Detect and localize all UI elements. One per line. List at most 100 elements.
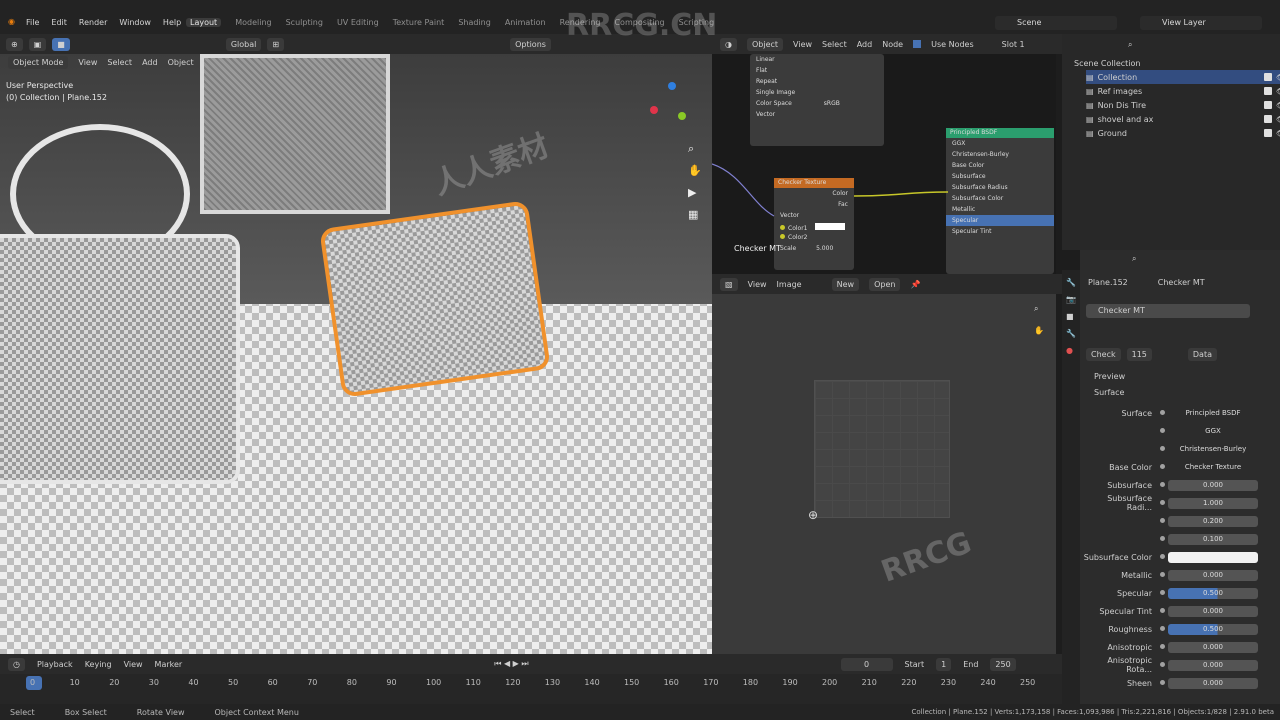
tab-rendering[interactable]: Rendering — [560, 18, 601, 27]
shader-type-object[interactable]: Object — [746, 37, 784, 51]
visibility-eye-icon[interactable]: 👁 — [1276, 101, 1280, 110]
color-space-row[interactable]: Color Space sRGB — [750, 98, 884, 109]
camera-icon[interactable]: ▶ — [688, 186, 696, 199]
bsdf-row[interactable]: Base Color — [946, 160, 1054, 171]
property-field[interactable]: Christensen-Burley — [1168, 444, 1258, 455]
ie-menu-view[interactable]: View — [748, 280, 767, 289]
navigation-gizmo[interactable] — [648, 82, 690, 124]
viewport-options[interactable]: Options — [510, 37, 551, 51]
tab-layout[interactable]: Layout — [186, 18, 222, 27]
menu-edit[interactable]: Edit — [51, 18, 67, 27]
vp-menu-select[interactable]: Select — [107, 58, 132, 67]
tab-sculpting[interactable]: Sculpting — [286, 18, 323, 27]
props-search-icon[interactable]: ⌕ — [1132, 254, 1136, 264]
timeline-editor-icon[interactable]: ◷ — [8, 657, 25, 671]
2d-cursor-icon[interactable]: ⊕ — [808, 508, 818, 522]
visibility-eye-icon[interactable]: 👁 — [1276, 87, 1280, 96]
editor-type-icon[interactable]: ⊕ — [6, 37, 23, 51]
image-texture-node[interactable]: Linear Flat Repeat Single Image Color Sp… — [750, 54, 884, 146]
view-layer-selector[interactable]: View Layer — [1140, 16, 1262, 30]
selected-seat[interactable] — [319, 200, 551, 398]
property-field[interactable] — [1168, 551, 1258, 563]
property-field[interactable]: 0.000 — [1168, 677, 1258, 689]
enable-checkbox[interactable] — [1263, 87, 1272, 95]
principled-bsdf-node[interactable]: Principled BSDF GGX Christensen-Burley B… — [946, 128, 1054, 274]
surface-panel-header[interactable]: Surface — [1094, 388, 1124, 397]
transform-orientation[interactable]: Global — [225, 37, 262, 51]
socket-icon[interactable] — [1160, 662, 1165, 667]
image-editor[interactable]: ⊕ ⌕ ✋ — [712, 294, 1056, 654]
tab-texture-paint[interactable]: Texture Paint — [393, 18, 445, 27]
socket-icon[interactable] — [1160, 590, 1165, 595]
socket-icon[interactable] — [1160, 536, 1165, 541]
start-frame-field[interactable]: 1 — [936, 657, 952, 671]
node-row[interactable]: Repeat — [750, 76, 884, 87]
socket-icon[interactable] — [780, 234, 785, 239]
property-field[interactable]: 0.000 — [1168, 641, 1258, 653]
bsdf-row[interactable]: Specular Tint — [946, 226, 1054, 237]
pin-icon[interactable]: 📌 — [910, 280, 920, 289]
enable-checkbox[interactable] — [1263, 101, 1272, 109]
socket-icon[interactable] — [1160, 446, 1165, 451]
timeline[interactable]: 0 10 20 30 40 50 60 70 80 90 100 110 120 130 140 150 160… — [0, 674, 1062, 704]
socket-icon[interactable] — [1160, 608, 1165, 613]
vp-menu-view[interactable]: View — [78, 58, 97, 67]
node-row[interactable]: Flat — [750, 65, 884, 76]
3d-viewport[interactable]: User Perspective (0) Collection | Plane.… — [0, 54, 712, 654]
bsdf-row[interactable]: Subsurface Radius — [946, 182, 1054, 193]
node-editor[interactable]: Linear Flat Repeat Single Image Color Sp… — [712, 54, 1056, 274]
enable-checkbox[interactable] — [1263, 129, 1272, 137]
open-image-button[interactable]: Open — [869, 277, 901, 291]
property-field[interactable]: 1.000 — [1168, 497, 1258, 509]
socket-icon[interactable] — [1160, 554, 1165, 559]
property-field[interactable]: 0.000 — [1168, 479, 1258, 491]
tab-compositing[interactable]: Compositing — [614, 18, 664, 27]
outliner-item[interactable]: ▤Ground 👁 — [1086, 126, 1280, 140]
material-link-dropdown[interactable]: Data — [1187, 348, 1217, 361]
tab-modeling[interactable]: Modeling — [235, 18, 271, 27]
end-frame-field[interactable]: 250 — [990, 657, 1016, 671]
socket-icon[interactable] — [1160, 572, 1165, 577]
scene-selector[interactable]: Scene — [995, 16, 1117, 30]
render-tab-icon[interactable]: 📷 — [1066, 295, 1076, 304]
checker-input-color2[interactable]: Color2 — [774, 232, 854, 243]
enable-checkbox[interactable] — [1263, 73, 1272, 81]
socket-icon[interactable] — [1160, 482, 1165, 487]
menu-window[interactable]: Window — [119, 18, 151, 27]
property-field[interactable]: 0.000 — [1168, 569, 1258, 581]
image-editor-type-icon[interactable]: ▧ — [720, 277, 738, 291]
property-field[interactable]: GGX — [1168, 426, 1258, 437]
socket-icon[interactable] — [1160, 518, 1165, 523]
enable-checkbox[interactable] — [1263, 115, 1272, 123]
preview-panel-header[interactable]: Preview — [1094, 372, 1125, 381]
bsdf-row[interactable]: Metallic — [946, 204, 1054, 215]
material-users-count[interactable]: 115 — [1126, 348, 1152, 361]
property-field[interactable]: Principled BSDF — [1168, 408, 1258, 419]
tab-shading[interactable]: Shading — [458, 18, 491, 27]
new-image-button[interactable]: New — [831, 277, 860, 291]
timeline-menu-playback[interactable]: Playback — [37, 660, 73, 669]
ie-pan-icon[interactable]: ✋ — [1034, 326, 1044, 335]
use-nodes-checkbox[interactable] — [913, 40, 922, 48]
property-field[interactable]: Checker Texture — [1168, 462, 1258, 473]
ne-menu-node[interactable]: Node — [882, 40, 903, 49]
node-row[interactable]: Linear — [750, 54, 884, 65]
property-field[interactable]: 0.000 — [1168, 605, 1258, 617]
bsdf-row[interactable]: GGX — [946, 138, 1054, 149]
socket-icon[interactable] — [1160, 428, 1165, 433]
menu-help[interactable]: Help — [163, 18, 181, 27]
mode-new-icon[interactable]: ■ — [52, 37, 70, 51]
ie-menu-image[interactable]: Image — [777, 280, 802, 289]
bsdf-row[interactable]: Subsurface Color — [946, 193, 1054, 204]
visibility-eye-icon[interactable]: 👁 — [1276, 73, 1280, 82]
snap-icon[interactable]: ⊞ — [267, 37, 285, 51]
socket-icon[interactable] — [1160, 644, 1165, 649]
color1-swatch[interactable] — [815, 223, 846, 230]
socket-icon[interactable] — [1160, 500, 1165, 505]
bsdf-row[interactable]: Specular — [946, 215, 1054, 226]
property-field[interactable]: 0.000 — [1168, 659, 1258, 671]
outliner[interactable]: ⌕ Scene Collection ▤Collection👁 ▤Ref ima… — [1062, 34, 1280, 250]
menu-render[interactable]: Render — [79, 18, 107, 27]
tab-scripting[interactable]: Scripting — [679, 18, 715, 27]
property-field[interactable]: 0.200 — [1168, 515, 1258, 527]
